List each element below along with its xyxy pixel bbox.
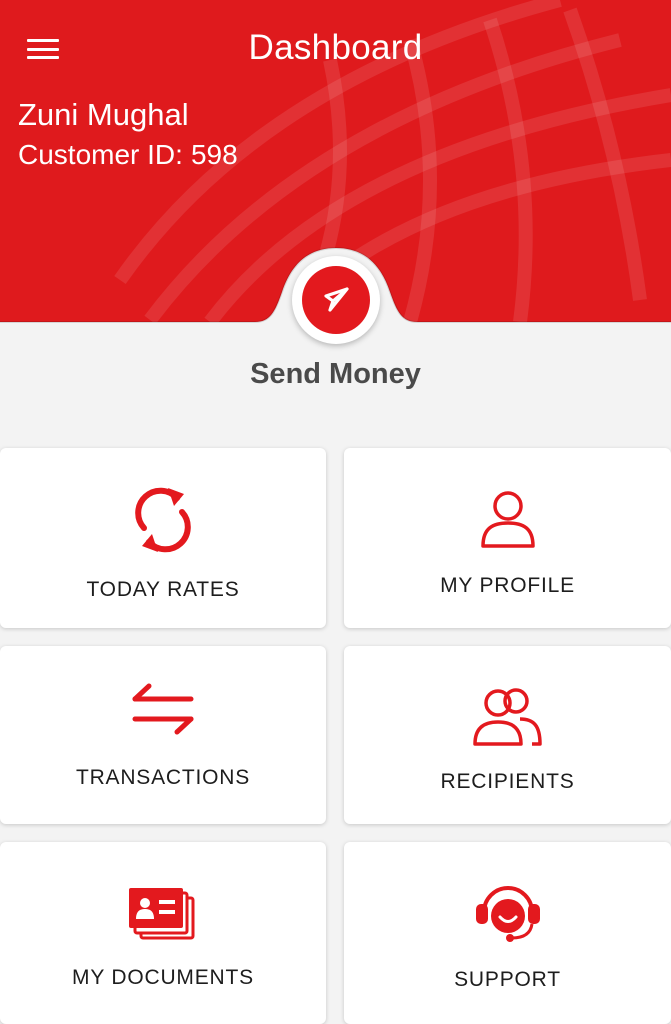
my-profile-label: MY PROFILE	[440, 574, 575, 597]
customer-id-value: 598	[190, 139, 238, 170]
my-documents-label: MY DOCUMENTS	[72, 966, 254, 989]
customer-id-label: Customer ID:	[18, 139, 183, 170]
transactions-card[interactable]: TRANSACTIONS	[0, 646, 326, 824]
support-label: SUPPORT	[454, 968, 561, 991]
send-money-icon-bg	[302, 266, 370, 334]
send-money-label: Send Money	[250, 358, 421, 390]
send-icon	[324, 287, 349, 312]
my-profile-card[interactable]: MY PROFILE	[344, 448, 671, 628]
user-name: Zuni Mughal	[18, 97, 189, 132]
refresh-icon	[135, 487, 191, 553]
page-title: Dashboard	[248, 28, 423, 67]
send-money-button[interactable]	[292, 256, 380, 344]
headset-icon	[475, 886, 540, 942]
user-icon	[480, 491, 535, 548]
transactions-label: TRANSACTIONS	[75, 766, 251, 789]
recipients-label: RECIPIENTS	[440, 770, 575, 793]
support-card[interactable]: SUPPORT	[344, 842, 671, 1024]
recipients-card[interactable]: RECIPIENTS	[344, 646, 671, 824]
id-card-icon	[129, 888, 195, 940]
my-documents-card[interactable]: MY DOCUMENTS	[0, 842, 326, 1024]
swap-arrows-icon	[132, 683, 194, 735]
customer-id: Customer ID: 598	[18, 139, 238, 171]
today-rates-label: TODAY RATES	[86, 578, 240, 601]
users-icon	[472, 688, 542, 746]
today-rates-card[interactable]: TODAY RATES	[0, 448, 326, 628]
